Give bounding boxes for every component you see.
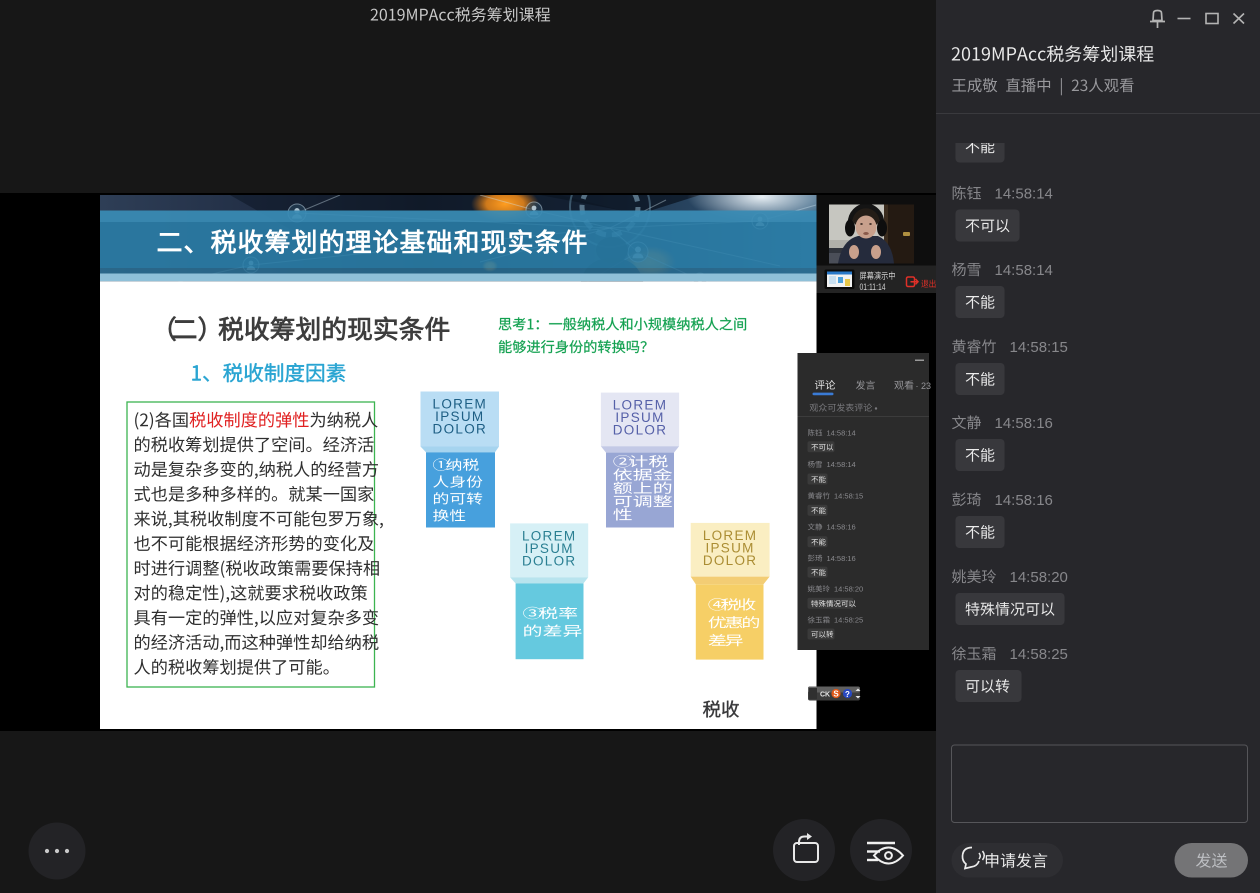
svg-text:14:58:20: 14:58:20 (1010, 569, 1068, 586)
svg-text:14:58:25: 14:58:25 (1010, 646, 1068, 663)
svg-text:CK: CK (820, 692, 830, 699)
svg-text:14:58:15: 14:58:15 (1010, 339, 1068, 356)
svg-text:14:58:14: 14:58:14 (827, 460, 856, 469)
svg-text:DOLOR: DOLOR (433, 422, 488, 437)
svg-text:DOLOR: DOLOR (703, 553, 758, 568)
svg-text:14:58:16: 14:58:16 (827, 523, 856, 532)
svg-text:14:58:16: 14:58:16 (827, 554, 856, 563)
svg-text:14:58:15: 14:58:15 (834, 492, 863, 501)
svg-text:S: S (833, 690, 839, 699)
svg-text:14:58:14: 14:58:14 (827, 429, 856, 438)
svg-text:14:58:14: 14:58:14 (995, 262, 1053, 279)
svg-text:14:58:20: 14:58:20 (834, 585, 863, 594)
svg-text:DOLOR: DOLOR (522, 553, 577, 568)
svg-text:14:58:16: 14:58:16 (995, 492, 1053, 509)
svg-text:14:58:25: 14:58:25 (834, 616, 863, 625)
svg-text:DOLOR: DOLOR (613, 422, 668, 437)
svg-text:14:58:14: 14:58:14 (995, 186, 1053, 203)
svg-text:14:58:16: 14:58:16 (995, 415, 1053, 432)
svg-text:?: ? (845, 690, 850, 699)
svg-text:· 23: · 23 (916, 381, 932, 391)
svg-text:01:11:14: 01:11:14 (860, 282, 886, 292)
